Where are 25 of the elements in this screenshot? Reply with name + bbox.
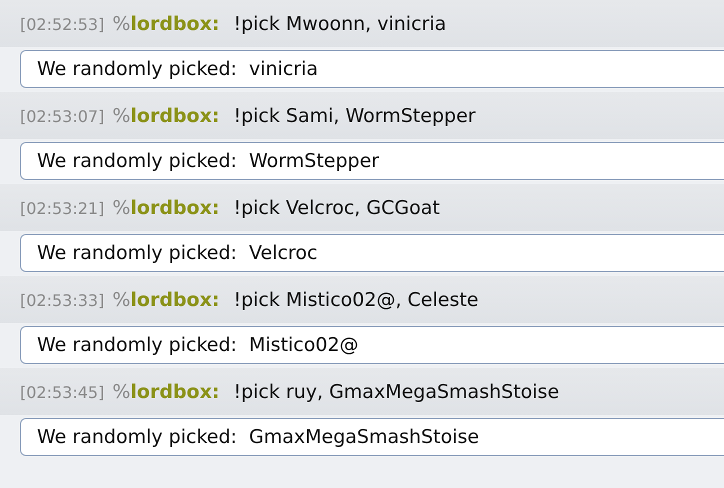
user-rank: % <box>112 104 130 126</box>
message-text: !pick Mwoonn, vinicria <box>233 12 446 34</box>
username: lordbox: <box>130 380 220 402</box>
username: lordbox: <box>130 288 220 310</box>
message-text: !pick Velcroc, GCGoat <box>233 196 440 218</box>
user-rank: % <box>112 12 130 34</box>
username: lordbox: <box>130 104 220 126</box>
timestamp: [02:53:45] <box>20 382 104 402</box>
reply-text: We randomly picked: vinicria <box>37 58 318 80</box>
reply-text: We randomly picked: Mistico02@ <box>37 334 359 356</box>
reply-text: We randomly picked: Velcroc <box>37 242 318 264</box>
user-rank: % <box>112 196 130 218</box>
timestamp: [02:53:07] <box>20 106 104 126</box>
timestamp: [02:53:33] <box>20 290 104 310</box>
timestamp: [02:52:53] <box>20 14 104 34</box>
username: lordbox: <box>130 12 220 34</box>
timestamp: [02:53:21] <box>20 198 104 218</box>
reply-text: We randomly picked: GmaxMegaSmashStoise <box>37 426 480 448</box>
user-rank: % <box>112 380 130 402</box>
message-text: !pick Mistico02@, Celeste <box>233 288 478 310</box>
reply-text: We randomly picked: WormStepper <box>37 150 380 172</box>
user-rank: % <box>112 288 130 310</box>
message-text: !pick ruy, GmaxMegaSmashStoise <box>233 380 560 402</box>
username: lordbox: <box>130 196 220 218</box>
message-text: !pick Sami, WormStepper <box>233 104 476 126</box>
